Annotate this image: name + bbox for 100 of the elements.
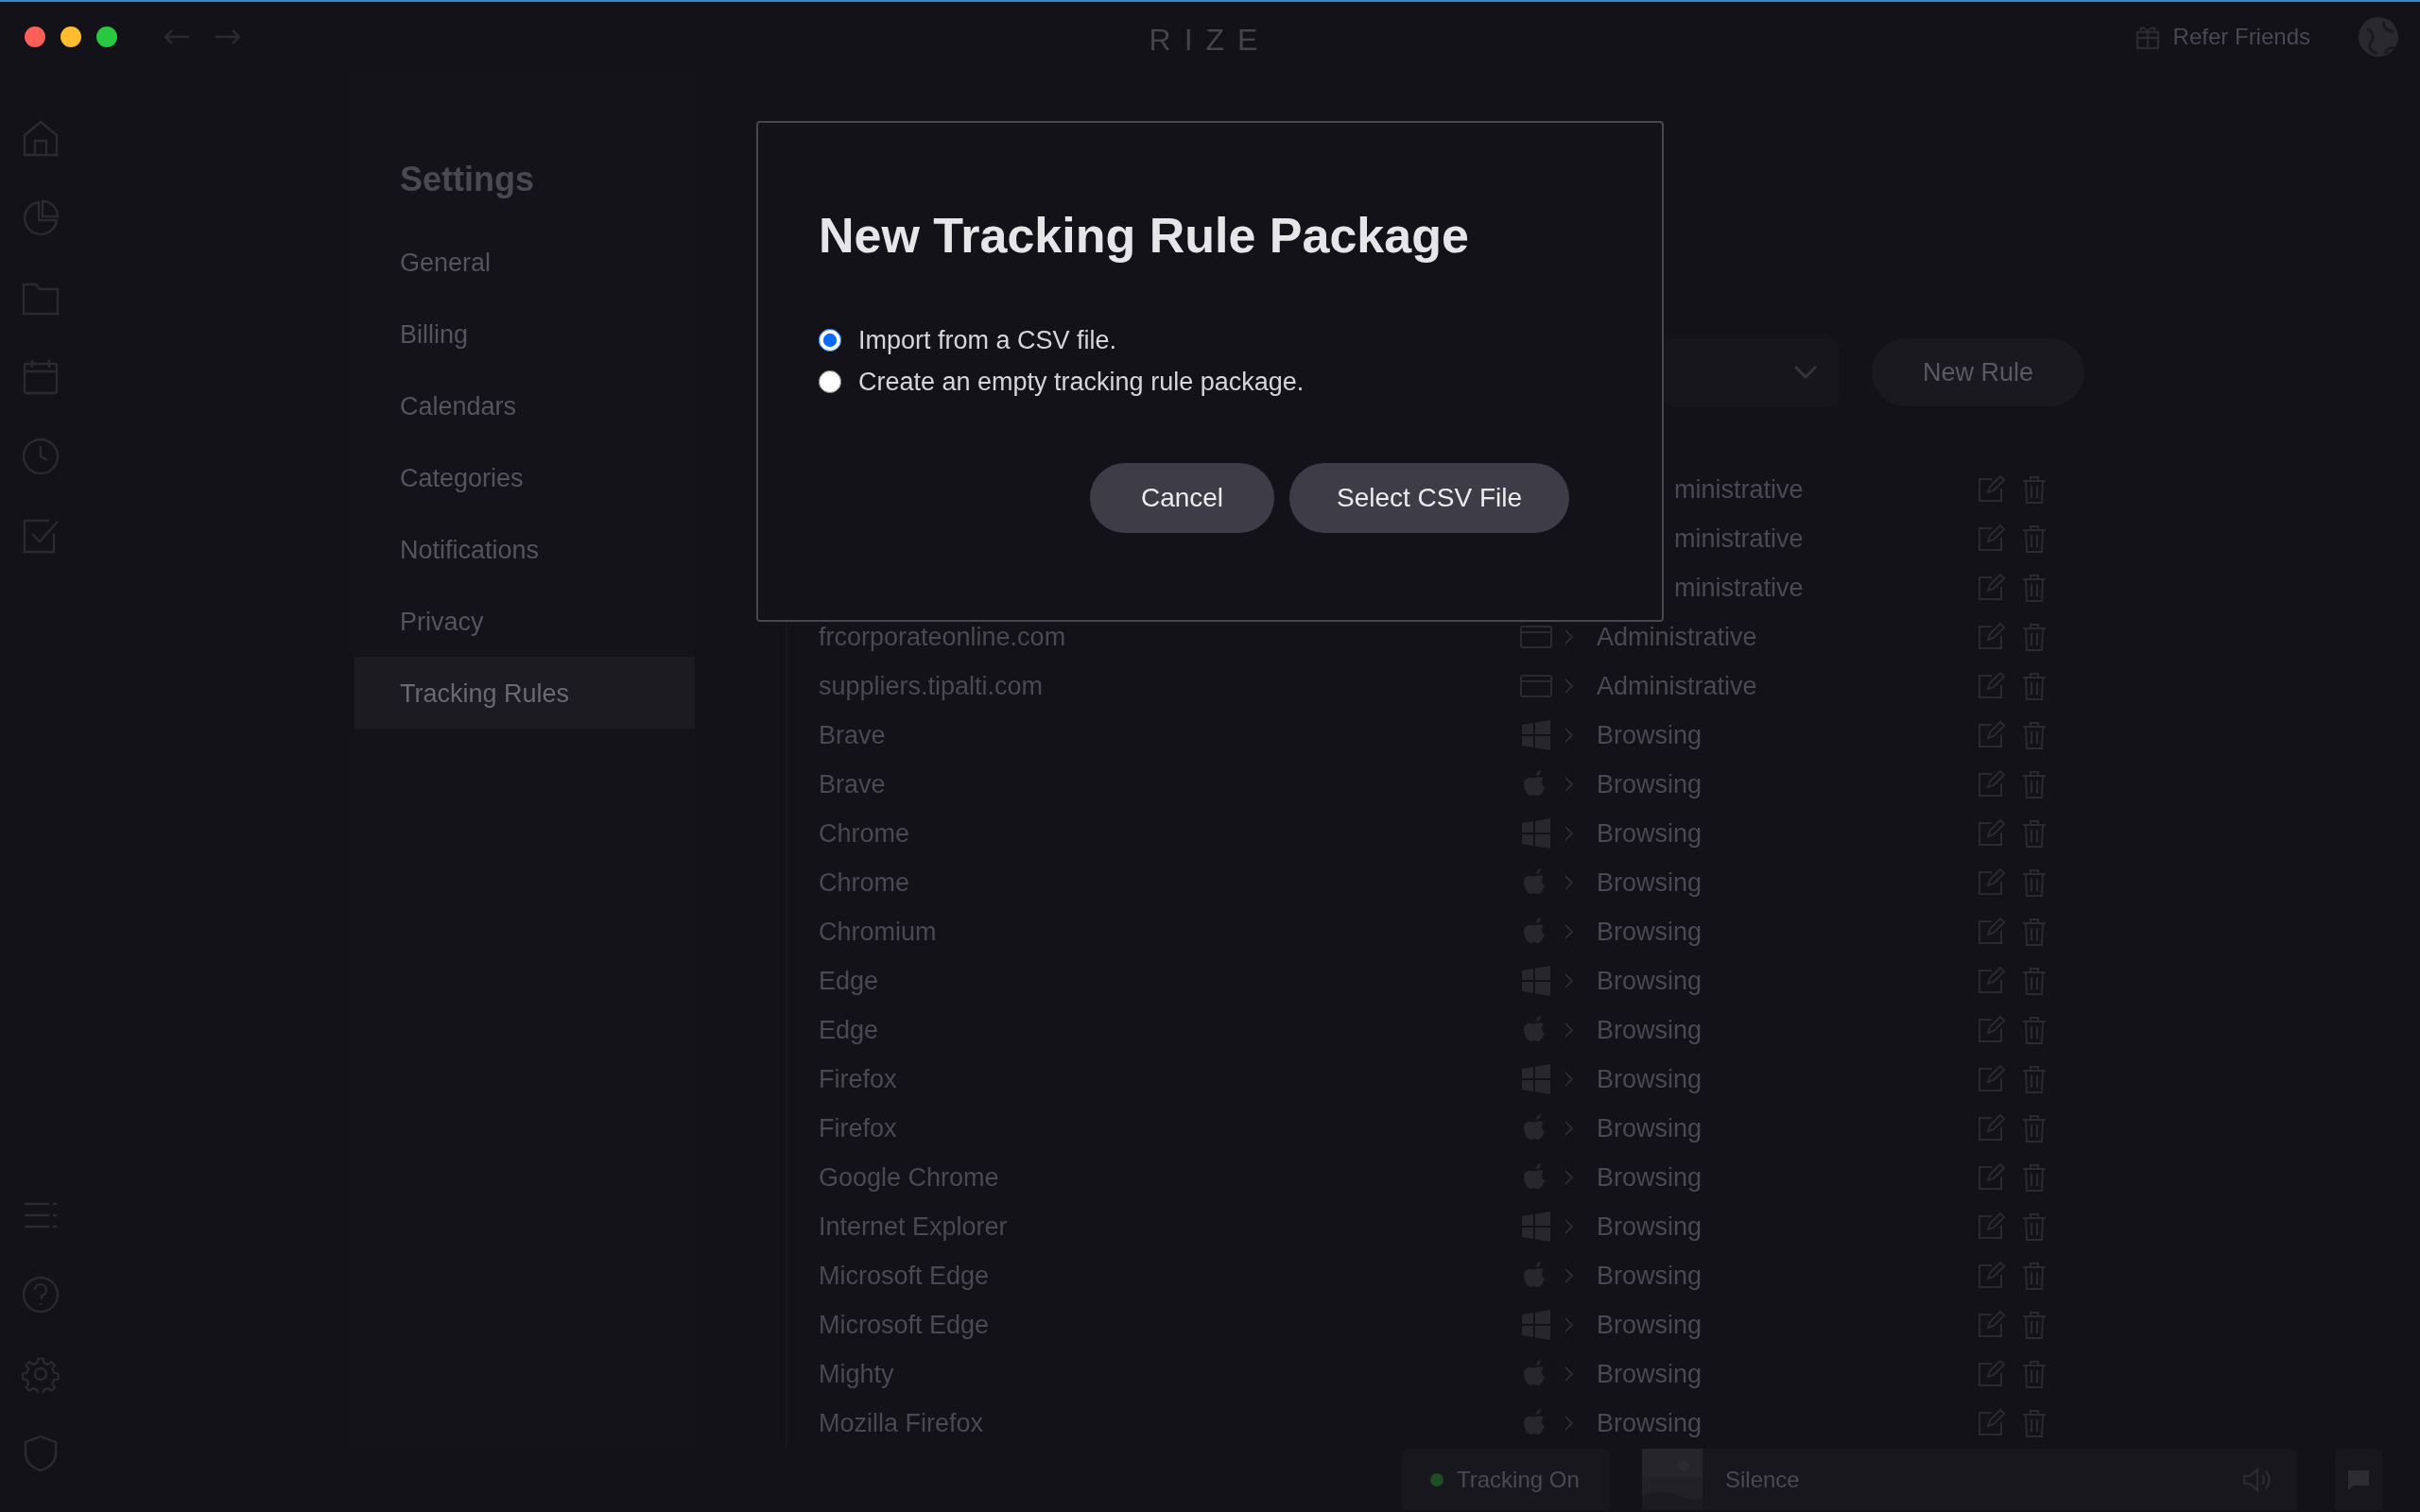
rule-name: Google Chrome <box>819 1162 999 1192</box>
chevron-right-icon <box>1563 776 1576 793</box>
trash-icon[interactable] <box>2022 770 2047 799</box>
edit-icon[interactable] <box>1977 574 2005 602</box>
rule-name: Microsoft Edge <box>819 1261 990 1290</box>
chevron-right-icon <box>1563 874 1576 891</box>
trash-icon[interactable] <box>2022 967 2047 995</box>
edit-icon[interactable] <box>1977 1311 2005 1339</box>
new-rule-button[interactable]: New Rule <box>1872 338 2084 406</box>
radio-button[interactable] <box>819 329 841 352</box>
trash-icon[interactable] <box>2022 1212 2047 1241</box>
trash-icon[interactable] <box>2022 721 2047 749</box>
trash-icon[interactable] <box>2022 1114 2047 1143</box>
pie-chart-icon[interactable] <box>21 199 60 237</box>
settings-nav-item[interactable]: Privacy <box>354 585 695 657</box>
trash-icon[interactable] <box>2022 819 2047 848</box>
trash-icon[interactable] <box>2022 1360 2047 1388</box>
rule-name: suppliers.tipalti.com <box>819 671 1044 700</box>
trash-icon[interactable] <box>2022 1409 2047 1437</box>
chevron-right-icon <box>1563 1071 1576 1088</box>
settings-nav-item[interactable]: Notifications <box>354 513 695 585</box>
edit-icon[interactable] <box>1977 1016 2005 1044</box>
checkbox-icon[interactable] <box>21 517 60 555</box>
chevron-down-icon <box>1793 365 1818 380</box>
settings-nav-item[interactable]: Calendars <box>354 369 695 441</box>
chat-button[interactable] <box>2335 1449 2382 1510</box>
settings-nav-item[interactable]: General <box>354 226 695 298</box>
trash-icon[interactable] <box>2022 1311 2047 1339</box>
category-dropdown[interactable] <box>1664 338 1839 406</box>
chevron-right-icon <box>1563 727 1576 744</box>
edit-icon[interactable] <box>1977 1409 2005 1437</box>
trash-icon[interactable] <box>2022 1065 2047 1093</box>
clock-icon[interactable] <box>21 438 60 475</box>
edit-icon[interactable] <box>1977 475 2005 504</box>
help-icon[interactable] <box>21 1276 60 1314</box>
chevron-right-icon <box>1563 825 1576 842</box>
rule-name: Edge <box>819 1015 879 1044</box>
dialog-button[interactable]: Cancel <box>1090 463 1274 533</box>
settings-icon[interactable] <box>21 1355 60 1393</box>
edit-icon[interactable] <box>1977 721 2005 749</box>
close-window-button[interactable] <box>25 26 45 47</box>
calendar-icon[interactable] <box>21 358 60 396</box>
rule-name: Chromium <box>819 917 937 946</box>
edit-icon[interactable] <box>1977 524 2005 553</box>
edit-icon[interactable] <box>1977 819 2005 848</box>
chevron-right-icon <box>1563 1316 1576 1333</box>
trash-icon[interactable] <box>2022 868 2047 897</box>
radio-label: Import from a CSV file. <box>858 324 1117 356</box>
edit-icon[interactable] <box>1977 1163 2005 1192</box>
edit-icon[interactable] <box>1977 967 2005 995</box>
rule-category: ministrative <box>1674 474 1804 504</box>
rule-category: Browsing <box>1597 1310 1703 1339</box>
rule-name: frcorporateonline.com <box>819 622 1066 651</box>
rule-category: Browsing <box>1597 1359 1703 1388</box>
trash-icon[interactable] <box>2022 524 2047 553</box>
settings-nav-item[interactable]: Categories <box>354 441 695 513</box>
forward-arrow-icon[interactable] <box>214 26 242 46</box>
rule-category: Browsing <box>1597 917 1703 946</box>
rule-category: Administrative <box>1597 622 1757 651</box>
refer-friends-link[interactable]: Refer Friends <box>2172 19 2310 54</box>
trash-icon[interactable] <box>2022 672 2047 700</box>
chevron-right-icon <box>1563 678 1576 695</box>
edit-icon[interactable] <box>1977 918 2005 946</box>
back-arrow-icon[interactable] <box>163 26 191 46</box>
edit-icon[interactable] <box>1977 1360 2005 1388</box>
chevron-right-icon <box>1563 1120 1576 1137</box>
edit-icon[interactable] <box>1977 1212 2005 1241</box>
rule-category: ministrative <box>1674 573 1804 602</box>
edit-icon[interactable] <box>1977 1262 2005 1290</box>
edit-icon[interactable] <box>1977 1114 2005 1143</box>
trash-icon[interactable] <box>2022 1262 2047 1290</box>
browser-window-icon <box>1520 674 1552 698</box>
edit-icon[interactable] <box>1977 868 2005 897</box>
minimize-window-button[interactable] <box>60 26 81 47</box>
trash-icon[interactable] <box>2022 1016 2047 1044</box>
trash-icon[interactable] <box>2022 574 2047 602</box>
chevron-right-icon <box>1563 1169 1576 1186</box>
maximize-window-button[interactable] <box>96 26 117 47</box>
rule-name: Mozilla Firefox <box>819 1408 984 1437</box>
chevron-right-icon <box>1563 1022 1576 1039</box>
rule-name: Brave <box>819 720 886 749</box>
avatar-icon[interactable] <box>2358 15 2399 58</box>
trash-icon[interactable] <box>2022 623 2047 651</box>
settings-nav-item[interactable]: Tracking Rules <box>354 657 695 729</box>
settings-title: Settings <box>399 159 535 200</box>
radio-button[interactable] <box>819 370 841 393</box>
chevron-right-icon <box>1563 1267 1576 1284</box>
trash-icon[interactable] <box>2022 475 2047 504</box>
home-icon[interactable] <box>21 120 60 158</box>
dialog-button[interactable]: Select CSV File <box>1289 463 1569 533</box>
trash-icon[interactable] <box>2022 918 2047 946</box>
settings-nav-item[interactable]: Billing <box>354 298 695 369</box>
rule-category: Browsing <box>1597 868 1703 897</box>
rule-category: Browsing <box>1597 1261 1703 1290</box>
edit-icon[interactable] <box>1977 770 2005 799</box>
edit-icon[interactable] <box>1977 1065 2005 1093</box>
edit-icon[interactable] <box>1977 672 2005 700</box>
edit-icon[interactable] <box>1977 623 2005 651</box>
rule-category: Browsing <box>1597 1408 1703 1437</box>
trash-icon[interactable] <box>2022 1163 2047 1192</box>
